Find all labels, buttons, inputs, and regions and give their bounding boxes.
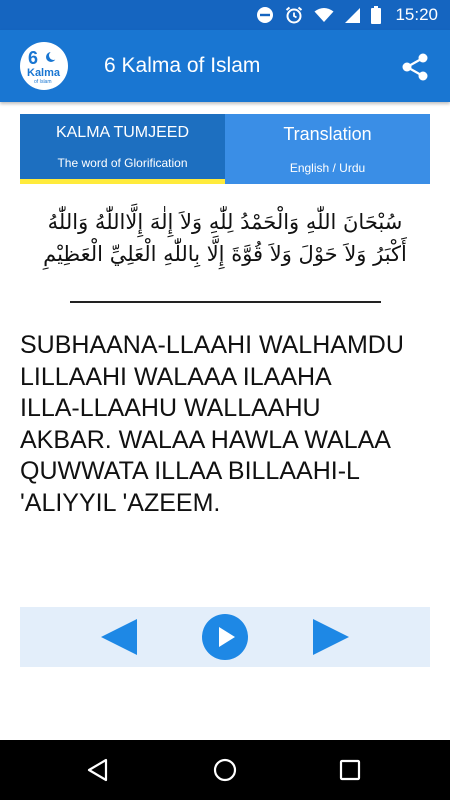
play-icon bbox=[202, 614, 248, 660]
logo-word: Kalma bbox=[27, 67, 61, 79]
back-icon bbox=[87, 758, 108, 782]
tab-subtitle: English / Urdu bbox=[289, 161, 366, 175]
back-button[interactable] bbox=[68, 740, 128, 800]
recents-icon bbox=[339, 759, 361, 781]
app-title: 6 Kalma of Islam bbox=[104, 54, 261, 77]
recents-button[interactable] bbox=[320, 740, 380, 800]
do-not-disturb-icon bbox=[256, 6, 274, 24]
tab-translation[interactable]: Translation English / Urdu bbox=[225, 114, 430, 184]
system-nav-bar bbox=[0, 740, 450, 800]
app-bar: 6 Kalma of Islam 6 Kalma of Islam bbox=[0, 30, 450, 102]
home-button[interactable] bbox=[195, 740, 255, 800]
alarm-icon bbox=[284, 5, 304, 25]
arabic-text: سُبْحَانَ اللّٰهِ وَالْحَمْدُ لِلّٰهِ وَ… bbox=[43, 210, 407, 266]
share-button[interactable] bbox=[400, 52, 430, 82]
play-button[interactable] bbox=[202, 607, 248, 667]
next-icon bbox=[313, 619, 349, 655]
home-icon bbox=[213, 758, 237, 782]
status-time: 15:20 bbox=[395, 5, 438, 24]
battery-icon bbox=[371, 6, 382, 24]
divider bbox=[70, 301, 381, 303]
tab-kalma[interactable]: KALMA TUMJEED The word of Glorification bbox=[20, 114, 225, 184]
next-button[interactable] bbox=[308, 607, 354, 667]
tab-title: KALMA TUMJEED bbox=[55, 124, 190, 141]
previous-button[interactable] bbox=[96, 607, 142, 667]
status-bar: 15:20 bbox=[0, 0, 450, 30]
previous-icon bbox=[101, 619, 137, 655]
crescent-icon bbox=[46, 51, 58, 62]
audio-player bbox=[20, 607, 430, 667]
signal-icon bbox=[344, 7, 361, 24]
wifi-icon bbox=[314, 7, 334, 23]
transliteration-text: SUBHAANA-LLAAHI WALHAMDU LILLAAHI WALAAA… bbox=[20, 331, 404, 517]
tab-title: Translation bbox=[283, 124, 372, 144]
app-logo: 6 Kalma of Islam bbox=[20, 42, 68, 90]
logo-subtitle: of Islam bbox=[34, 79, 52, 85]
share-icon bbox=[402, 53, 428, 81]
tab-subtitle: The word of Glorification bbox=[57, 156, 188, 170]
tab-bar: KALMA TUMJEED The word of Glorification … bbox=[20, 114, 430, 184]
logo-number: 6 bbox=[28, 48, 39, 68]
status-icons: 15:20 bbox=[256, 0, 438, 30]
